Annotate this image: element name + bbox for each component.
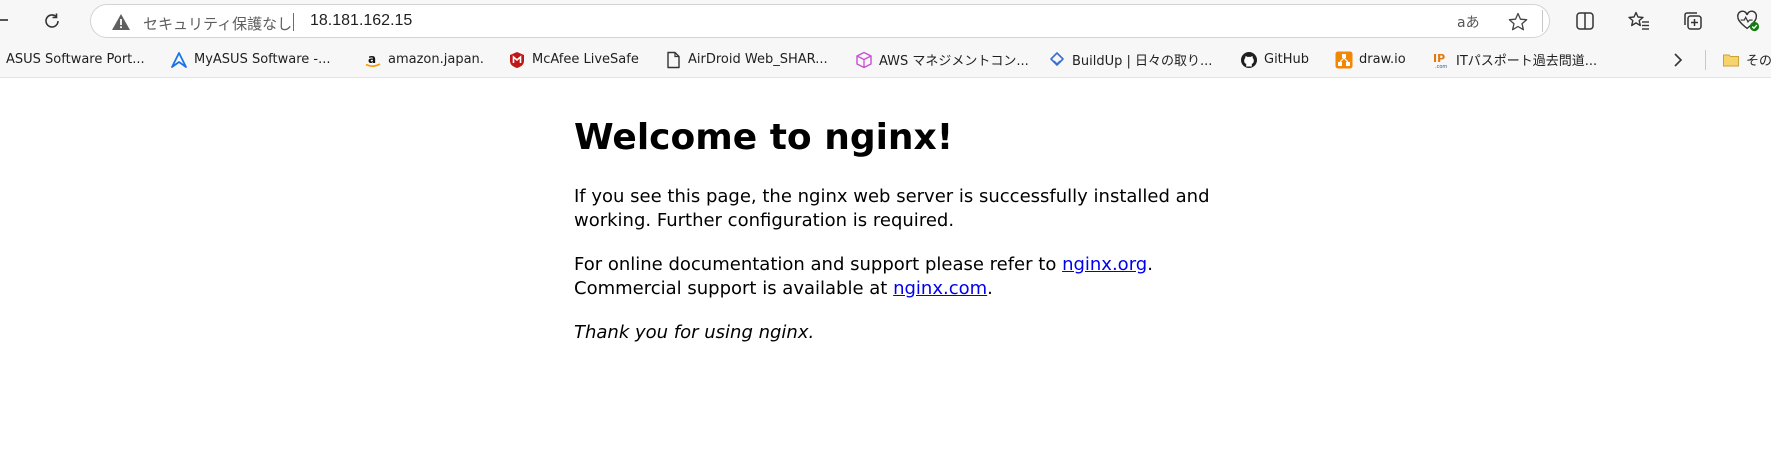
toolbar-separator <box>1542 10 1543 32</box>
favorite-asus-software-portal[interactable]: ASUS Software Port... <box>6 49 145 70</box>
page-icon <box>664 51 682 69</box>
commercial-support-text: Commercial support is available at <box>574 277 894 299</box>
nginx-com-link[interactable]: nginx.com <box>893 278 987 299</box>
favorite-other-folder[interactable]: その <box>1722 49 1771 70</box>
documentation-text: For online documentation and support ple… <box>574 253 1063 275</box>
amazon-icon: a <box>364 51 382 69</box>
address-separator <box>293 13 294 31</box>
chevron-right-icon[interactable] <box>1668 50 1688 70</box>
read-aloud-button[interactable]: aあ <box>1457 12 1480 32</box>
favorites-list-icon <box>1628 11 1649 30</box>
favorite-label: McAfee LiveSafe <box>532 52 639 67</box>
split-screen-button[interactable] <box>1573 9 1597 33</box>
favorites-button[interactable] <box>1627 9 1651 33</box>
favorite-github[interactable]: GitHub <box>1240 49 1309 70</box>
mcafee-icon <box>508 51 526 69</box>
split-screen-icon <box>1576 12 1594 30</box>
url-text[interactable]: 18.181.162.15 <box>310 12 412 30</box>
favorite-label: BuildUp | 日々の取り... <box>1072 54 1213 69</box>
buildup-icon <box>1048 51 1066 69</box>
nginx-org-link[interactable]: nginx.org <box>1062 254 1147 275</box>
intro-paragraph: If you see this page, the nginx web serv… <box>574 185 1210 231</box>
add-favorite-star-icon[interactable] <box>1507 11 1529 33</box>
favorite-airdroid-web[interactable]: AirDroid Web_SHAR... <box>664 49 828 70</box>
heart-pulse-icon <box>1737 10 1760 32</box>
refresh-icon <box>45 13 59 28</box>
browser-essentials-button[interactable] <box>1736 9 1760 33</box>
page-content: Welcome to nginx! If you see this page, … <box>574 78 1214 345</box>
favorite-label: GitHub <box>1264 52 1310 67</box>
github-icon <box>1240 51 1258 69</box>
favorite-drawio[interactable]: draw.io <box>1335 49 1406 70</box>
period-text: . <box>1147 253 1153 275</box>
favorite-label: ASUS Software Port... <box>6 52 145 67</box>
folder-icon <box>1722 51 1740 69</box>
refresh-button[interactable] <box>40 9 64 33</box>
period-text: . <box>987 277 993 299</box>
warning-icon[interactable] <box>111 13 131 31</box>
back-button[interactable] <box>0 19 8 21</box>
favorite-label: ITパスポート過去問道... <box>1456 54 1598 69</box>
security-status-text[interactable]: セキュリティ保護なし <box>143 13 292 34</box>
support-paragraph: For online documentation and support ple… <box>574 253 1214 301</box>
favorite-it-passport[interactable]: IP .com ITパスポート過去問道... <box>1432 49 1597 70</box>
svg-text:a: a <box>368 52 376 66</box>
favorite-buildup[interactable]: BuildUp | 日々の取り... <box>1048 49 1212 70</box>
address-bar[interactable]: セキュリティ保護なし 18.181.162.15 aあ <box>90 4 1550 38</box>
favorite-myasus-software[interactable]: MyASUS Software -... <box>170 49 330 70</box>
myasus-icon <box>170 51 188 69</box>
favorite-label: amazon.japan. <box>388 52 484 67</box>
favorite-mcafee-livesafe[interactable]: McAfee LiveSafe <box>508 49 639 70</box>
thanks-text: Thank you for using nginx. <box>574 321 815 343</box>
thanks-paragraph: Thank you for using nginx. <box>574 321 1214 345</box>
favorite-label: その <box>1746 54 1771 69</box>
favorite-amazon-japan[interactable]: a amazon.japan. <box>364 49 484 70</box>
favorite-label: AWS マネジメントコン... <box>879 54 1029 69</box>
collections-icon <box>1684 12 1702 30</box>
favorite-label: draw.io <box>1359 52 1406 67</box>
favorite-aws-management-console[interactable]: AWS マネジメントコン... <box>855 49 1029 70</box>
svg-text:.com: .com <box>1435 64 1447 69</box>
favorites-bar: ASUS Software Port... MyASUS Software -.… <box>0 41 1771 78</box>
collections-button[interactable] <box>1681 9 1705 33</box>
browser-toolbar: セキュリティ保護なし 18.181.162.15 aあ <box>0 0 1771 41</box>
favorites-separator <box>1705 50 1706 70</box>
drawio-icon <box>1335 51 1353 69</box>
aws-cube-icon <box>855 51 873 69</box>
favorite-label: MyASUS Software -... <box>194 52 331 67</box>
page-heading: Welcome to nginx! <box>574 117 954 158</box>
favorite-label: AirDroid Web_SHAR... <box>688 52 828 67</box>
ip-icon: IP .com <box>1432 51 1450 69</box>
